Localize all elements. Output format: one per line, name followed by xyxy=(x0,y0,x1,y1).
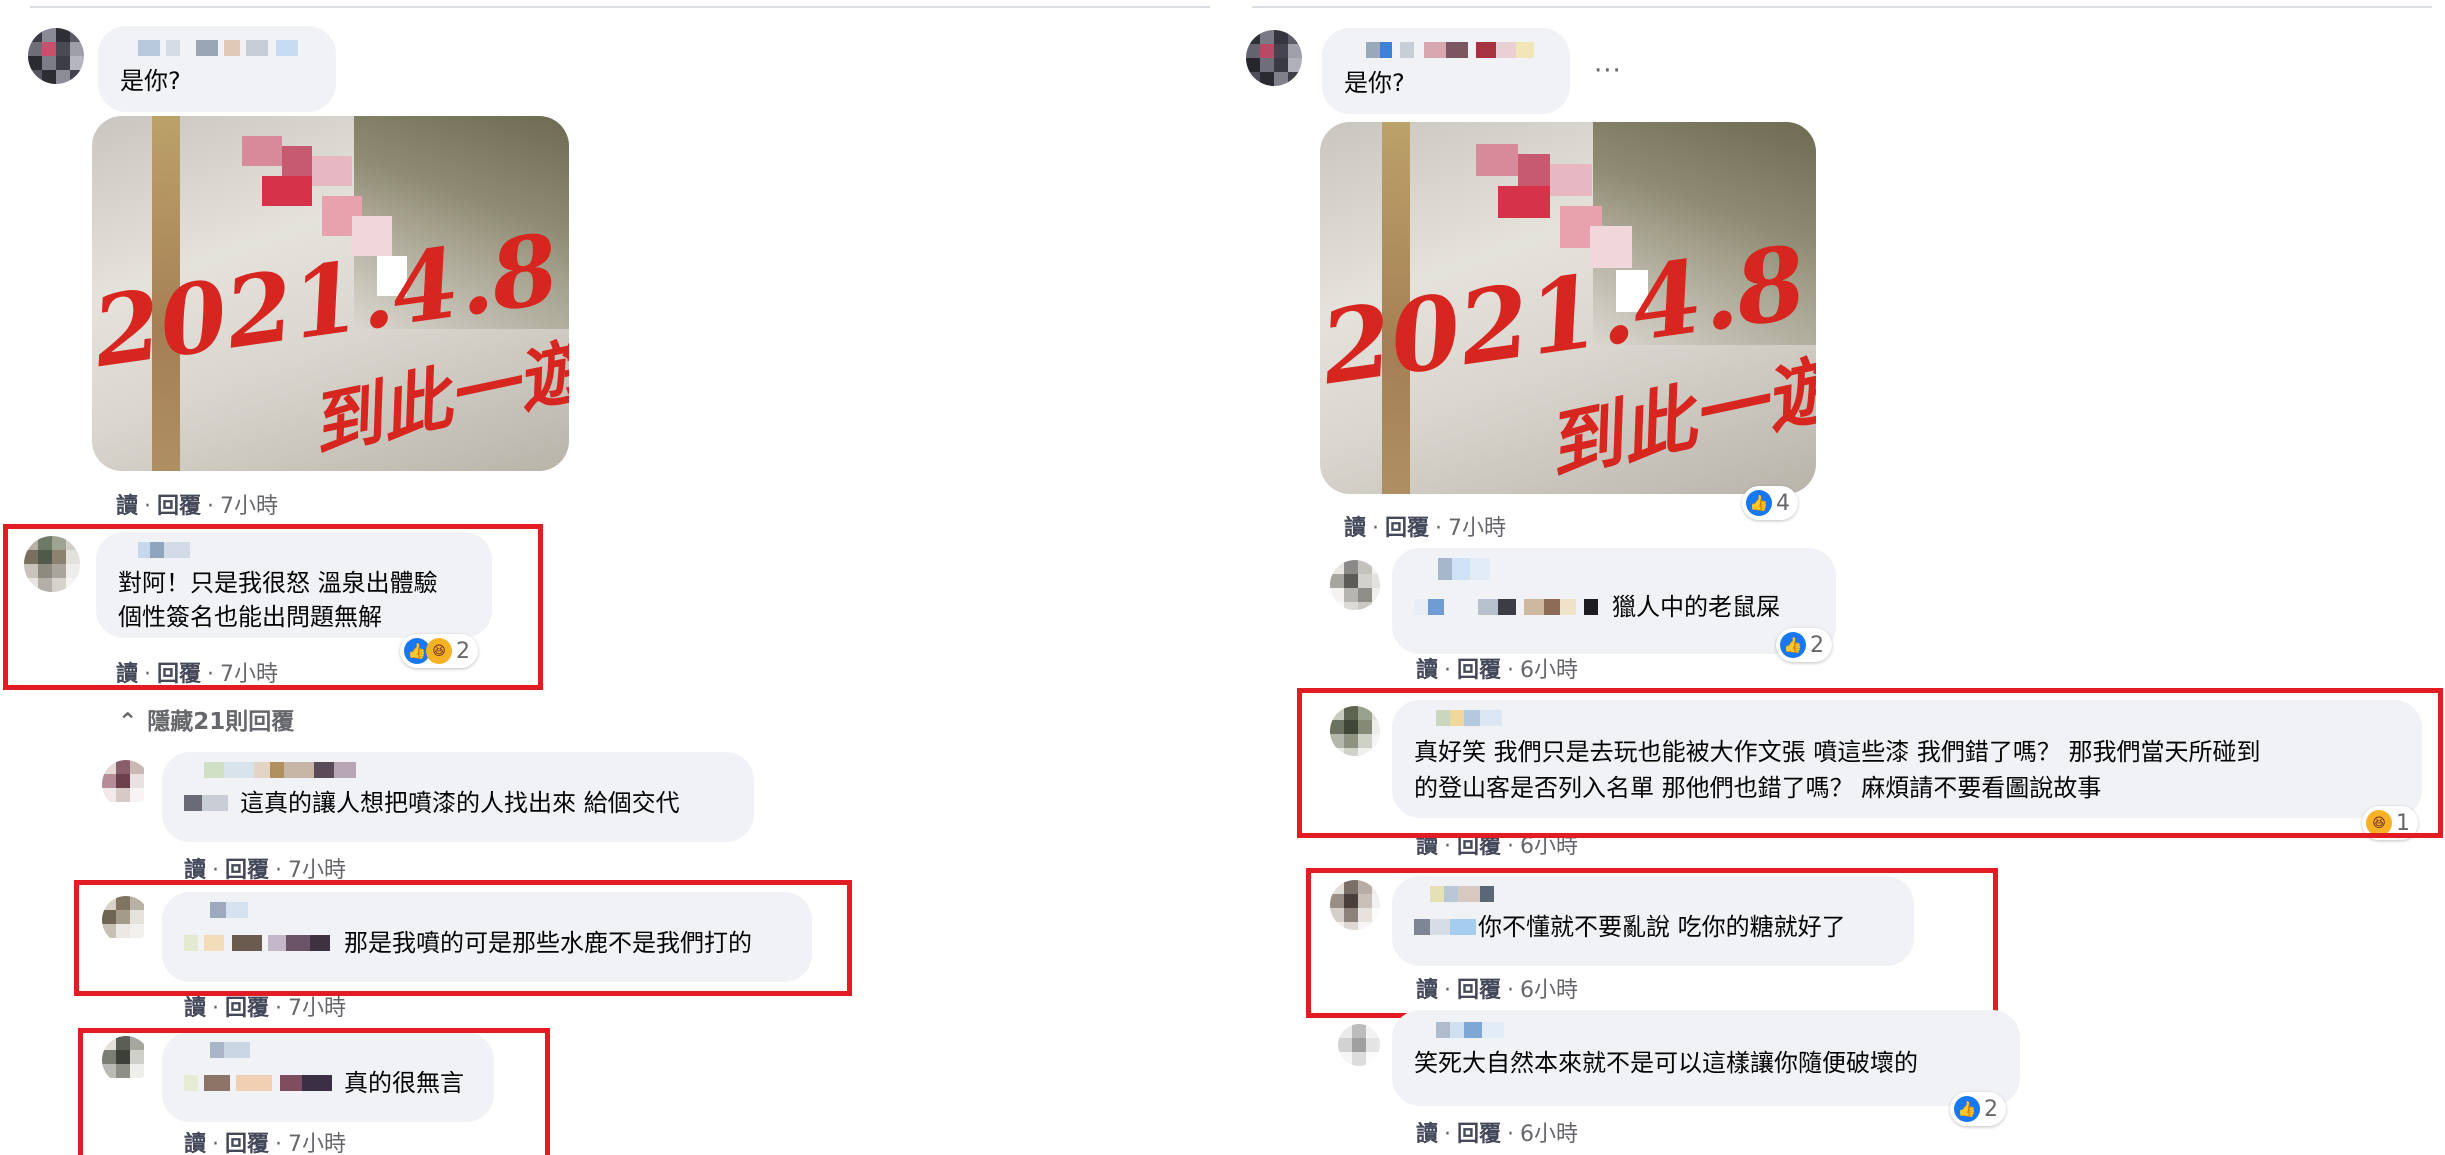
highlight-box xyxy=(3,524,543,690)
blurred-author-name[interactable] xyxy=(184,762,732,780)
highlight-box xyxy=(74,880,852,996)
comment-bubble: 笑死大自然本來就不是可以這樣讓你隨便破壞的 xyxy=(1392,1010,2020,1106)
blurred-author-name[interactable] xyxy=(1414,558,1814,584)
comment-bubble: 是你? xyxy=(98,26,336,112)
like-link[interactable]: 讀 xyxy=(1416,658,1438,683)
comment-bubble: 是你? xyxy=(1322,28,1570,114)
avatar[interactable] xyxy=(28,28,84,84)
highlight-box xyxy=(78,1028,550,1155)
right-screenshot: 是你? ··· 2021.4.8 到此一遊 👍 4 讀 · 回覆 · 7小時 獵人中的老鼠… xyxy=(1232,0,2445,1155)
divider xyxy=(1252,6,2432,8)
timestamp[interactable]: 7小時 xyxy=(1448,516,1506,541)
comment-text: 是你? xyxy=(1344,69,1405,97)
like-link[interactable]: 讀 xyxy=(1416,1122,1438,1147)
reaction-summary[interactable]: 👍 4 xyxy=(1742,486,1798,520)
comment-text: 這真的讓人想把噴漆的人找出來 給個交代 xyxy=(240,789,680,817)
blurred-author-name[interactable] xyxy=(1344,42,1548,60)
reaction-summary[interactable]: 👍 2 xyxy=(1950,1092,2006,1126)
timestamp[interactable]: 7小時 xyxy=(220,494,278,519)
highlight-box xyxy=(1297,688,2443,838)
comment-actions: 讀 · 回覆 · 7小時 xyxy=(116,494,279,519)
reply-link[interactable]: 回覆 xyxy=(225,996,269,1021)
thumbs-up-icon: 👍 xyxy=(1746,490,1772,516)
reply-link[interactable]: 回覆 xyxy=(1385,516,1429,541)
reaction-summary[interactable]: 👍 2 xyxy=(1776,628,1832,662)
timestamp[interactable]: 6小時 xyxy=(1520,658,1578,683)
avatar[interactable] xyxy=(102,760,150,808)
timestamp[interactable]: 7小時 xyxy=(288,996,346,1021)
comment-actions: 讀 · 回覆 · 6小時 xyxy=(1416,658,1579,683)
divider xyxy=(30,6,1210,8)
comment-text: 笑死大自然本來就不是可以這樣讓你隨便破壞的 xyxy=(1414,1049,1918,1077)
comment-photo[interactable]: 2021.4.8 到此一遊 xyxy=(92,116,569,471)
like-link[interactable]: 讀 xyxy=(1344,516,1366,541)
comment-actions: 讀 · 回覆 · 6小時 xyxy=(1416,1122,1579,1147)
blurred-author-name[interactable] xyxy=(120,40,314,58)
highlight-box xyxy=(1306,868,1998,1018)
comment-text: 是你? xyxy=(120,67,181,95)
comment-bubble: 獵人中的老鼠屎 xyxy=(1392,548,1836,654)
avatar[interactable] xyxy=(1330,560,1380,610)
blurred-mention[interactable] xyxy=(184,795,232,813)
comment-text: 獵人中的老鼠屎 xyxy=(1612,593,1780,621)
comment-bubble: 這真的讓人想把噴漆的人找出來 給個交代 xyxy=(162,752,754,842)
thumbs-up-icon: 👍 xyxy=(1780,632,1806,658)
reply-link[interactable]: 回覆 xyxy=(1457,1122,1501,1147)
like-link[interactable]: 讀 xyxy=(184,996,206,1021)
avatar[interactable] xyxy=(1338,1024,1380,1066)
reply-link[interactable]: 回覆 xyxy=(157,494,201,519)
comment-photo[interactable]: 2021.4.8 到此一遊 xyxy=(1320,122,1816,494)
blurred-author-name[interactable] xyxy=(1414,1022,1998,1040)
left-screenshot: 是你? 2021.4.8 到此一遊 讀 · 回覆 · 7小時 對阿！只是我很怒 溫泉出體… xyxy=(0,0,1230,1155)
more-options-button[interactable]: ··· xyxy=(1594,56,1622,86)
chevron-up-icon: ⌃ xyxy=(118,709,138,735)
hide-replies-button[interactable]: ⌃ 隱藏21則回覆 xyxy=(118,702,294,736)
comment-actions: 讀 · 回覆 · 7小時 xyxy=(1344,516,1507,541)
thumbs-up-icon: 👍 xyxy=(1954,1096,1980,1122)
blurred-mention[interactable] xyxy=(1414,599,1604,617)
reply-link[interactable]: 回覆 xyxy=(1457,658,1501,683)
timestamp[interactable]: 6小時 xyxy=(1520,1122,1578,1147)
avatar[interactable] xyxy=(1246,30,1302,86)
like-link[interactable]: 讀 xyxy=(116,494,138,519)
